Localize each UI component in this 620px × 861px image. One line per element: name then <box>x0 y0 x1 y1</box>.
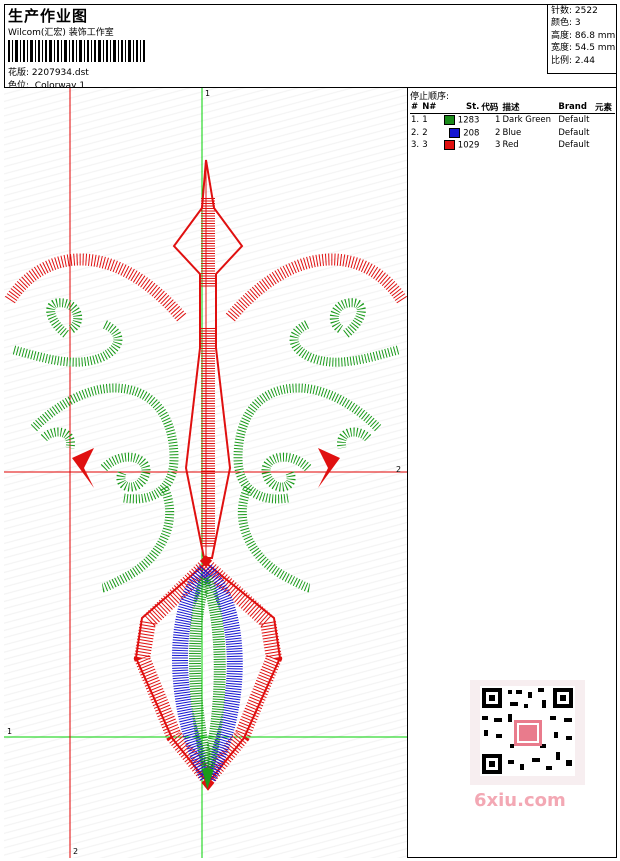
row-desc: Blue <box>502 127 522 138</box>
table-row[interactable]: 2. 2 208 2 Blue Default <box>410 127 615 140</box>
row-st-value: 1029 <box>457 140 480 151</box>
table-row[interactable]: 1. 1 1283 1 Dark Green Default <box>410 114 615 127</box>
design-ratio: 比例: 2.44 <box>551 55 595 66</box>
design-height: 高度: 86.8 mm <box>551 30 616 41</box>
col-n: N# <box>421 101 440 114</box>
table-row[interactable]: 3. 3 1029 3 Red Default <box>410 139 615 152</box>
marker-bottom: 2 <box>73 847 78 856</box>
row-desc: Red <box>502 140 519 151</box>
header: 生产作业图 Wilcom(汇宏) 装饰工作室 花版: 2207934.dst 色… <box>4 4 617 91</box>
design-file: 2207934.dst <box>31 68 89 78</box>
company-name: Wilcom(汇宏) 装饰工作室 <box>8 28 114 38</box>
color-swatch-icon <box>444 140 456 150</box>
row-index: 2. <box>411 127 420 138</box>
row-brand: Default <box>558 127 590 138</box>
col-st: St. <box>439 101 481 114</box>
color-swatch-icon <box>449 127 461 138</box>
page-title: 生产作业图 <box>8 7 89 25</box>
row-st-value: 1283 <box>457 115 480 126</box>
row-brand: Default <box>558 140 590 151</box>
row-code: 1 <box>495 115 501 126</box>
col-desc: 描述 <box>501 101 558 114</box>
design-width: 宽度: 54.5 mm <box>551 43 616 54</box>
row-element <box>594 114 615 127</box>
row-element <box>594 139 615 152</box>
row-index: 1. <box>411 115 420 126</box>
row-brand: Default <box>558 115 590 126</box>
stats-box: 针数: 2522 颜色: 3 高度: 86.8 mm 宽度: 54.5 mm 比… <box>547 4 617 74</box>
row-n: 1 <box>422 115 428 126</box>
row-desc: Dark Green <box>502 115 552 126</box>
row-element <box>594 127 615 140</box>
barcode-icon <box>8 40 145 62</box>
color-swatch-icon <box>444 115 456 125</box>
row-st-value: 208 <box>463 128 480 138</box>
row-stitches: 1283 <box>439 114 480 127</box>
watermark-logo: 6xiu.com <box>474 790 566 811</box>
col-brand: Brand <box>557 101 594 114</box>
row-n: 3 <box>422 140 428 151</box>
design-label: 花版: <box>8 68 30 78</box>
col-code: 代码 <box>480 101 502 114</box>
bottom-pod <box>133 555 283 796</box>
col-hash: # <box>410 101 422 114</box>
stop-sequence-table: # N# St. 代码 描述 Brand 元素 1. 1 1283 1 Dark… <box>410 101 615 152</box>
design-file-line: 花版: 2207934.dst <box>8 65 89 78</box>
row-code: 3 <box>495 140 501 151</box>
marker-right: 2 <box>396 465 401 474</box>
color-count: 颜色: 3 <box>551 18 581 29</box>
row-stitches: 1029 <box>439 139 480 152</box>
marker-left: 1 <box>7 727 12 736</box>
row-index: 3. <box>411 140 420 151</box>
col-element: 元素 <box>593 101 615 114</box>
embroidery-canvas[interactable]: 1 2 1 2 <box>4 88 408 858</box>
design-drawing: 1 2 1 2 <box>4 88 407 858</box>
stitch-count: 针数: 2522 <box>551 6 598 16</box>
marker-top: 1 <box>205 89 210 98</box>
row-code: 2 <box>495 127 501 138</box>
qr-code-icon <box>470 680 585 785</box>
row-n: 2 <box>422 127 428 138</box>
row-stitches: 208 <box>439 127 480 140</box>
